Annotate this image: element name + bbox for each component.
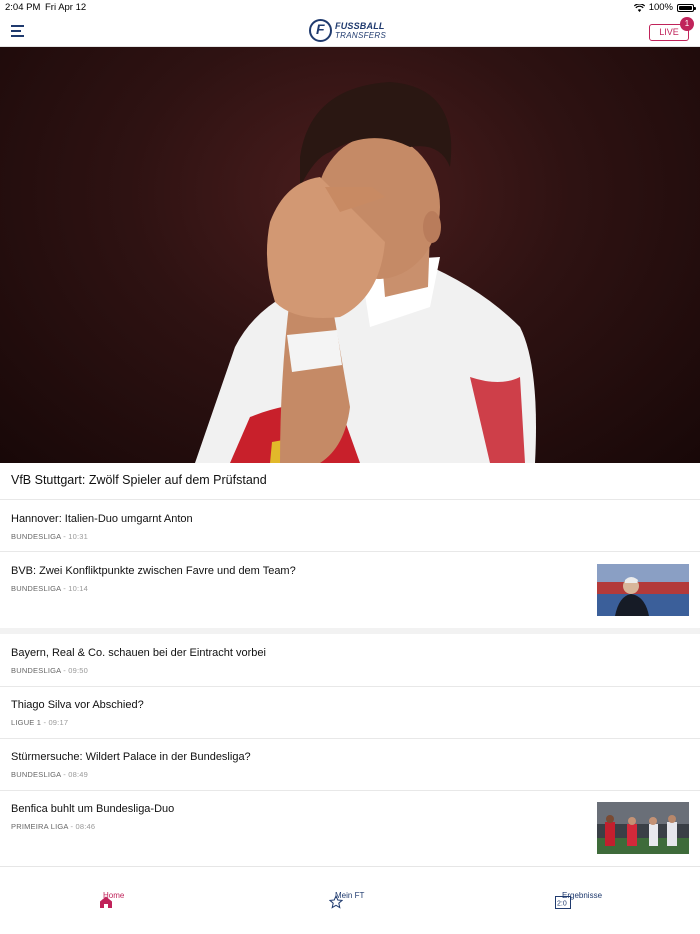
article-thumbnail [597, 802, 689, 854]
battery-percent: 100% [648, 2, 673, 13]
tab-ergebnisse-label: Ergebnisse [562, 891, 603, 900]
tab-home[interactable]: Home [99, 891, 124, 908]
app-logo[interactable]: FUSSBALL TRANSFERS [309, 19, 386, 42]
article-item[interactable]: Thiago Silva vor Abschied? LIGUE 1 - 09:… [0, 699, 700, 737]
article-league: BUNDESLIGA [11, 532, 61, 541]
article-meta: PRIMEIRA LIGA - 08:46 [11, 822, 96, 831]
wifi-icon [633, 3, 645, 12]
article-title: Stürmersuche: Wildert Palace in der Bund… [11, 751, 251, 763]
article-league: PRIMEIRA LIGA [11, 822, 69, 831]
article-time: 08:49 [68, 770, 88, 779]
article-time: 10:14 [68, 584, 88, 593]
article-meta: BUNDESLIGA - 10:31 [11, 532, 88, 541]
tab-ergebnisse[interactable]: 2:0 Ergebnisse [555, 891, 602, 909]
menu-button[interactable] [11, 25, 24, 37]
app-header: FUSSBALL TRANSFERS LIVE 1 [0, 14, 700, 47]
svg-text:2:0: 2:0 [557, 901, 567, 908]
article-title: BVB: Zwei Konfliktpunkte zwischen Favre … [11, 565, 296, 577]
tab-mein-ft-label: Mein FT [335, 891, 365, 900]
article-time: 08:46 [75, 822, 96, 831]
tab-home-label: Home [103, 891, 125, 900]
article-item[interactable]: Hannover: Italien-Duo umgarnt Anton BUND… [0, 513, 700, 551]
article-title: Thiago Silva vor Abschied? [11, 699, 144, 711]
article-item[interactable]: BVB: Zwei Konfliktpunkte zwischen Favre … [0, 564, 700, 625]
article-time: 09:17 [48, 718, 69, 727]
article-title: Bayern, Real & Co. schauen bei der Eintr… [11, 647, 266, 659]
status-time: 2:04 PM [5, 2, 41, 13]
article-league: LIGUE 1 [11, 718, 42, 727]
battery-icon [677, 3, 696, 12]
article-meta: LIGUE 1 - 09:17 [11, 718, 69, 727]
article-item[interactable]: Benfica buhlt um Bundesliga-Duo PRIMEIRA… [0, 802, 700, 863]
article-league: BUNDESLIGA [11, 666, 61, 675]
hero-article-title[interactable]: VfB Stuttgart: Zwölf Spieler auf dem Prü… [11, 473, 267, 487]
status-indicators: 100% [633, 2, 696, 13]
hero-photo-player [195, 82, 536, 463]
article-league: BUNDESLIGA [11, 584, 61, 593]
article-thumbnail [597, 564, 689, 616]
article-item[interactable]: Stürmersuche: Wildert Palace in der Bund… [0, 751, 700, 789]
tab-bar: Home Mein FT 2:0 Ergebnisse [0, 866, 700, 934]
article-league: BUNDESLIGA [11, 770, 61, 779]
article-meta: BUNDESLIGA - 09:50 [11, 666, 88, 675]
article-item[interactable]: Bayern, Real & Co. schauen bei der Eintr… [0, 647, 700, 685]
article-time: 09:50 [68, 666, 88, 675]
logo-text-line1: FUSSBALL [335, 21, 385, 31]
logo-text-line2: TRANSFERS [335, 31, 387, 40]
article-title: Benfica buhlt um Bundesliga-Duo [11, 803, 175, 815]
article-meta: BUNDESLIGA - 10:14 [11, 584, 88, 593]
hero-image[interactable] [0, 47, 700, 463]
article-title: Hannover: Italien-Duo umgarnt Anton [11, 513, 193, 525]
tab-mein-ft[interactable]: Mein FT [329, 891, 364, 909]
article-meta: BUNDESLIGA - 08:49 [11, 770, 88, 779]
live-count-badge: 1 [680, 17, 694, 31]
article-time: 10:31 [68, 532, 88, 541]
status-bar: 2:04 PM Fri Apr 12 100% [0, 0, 700, 14]
status-date: Fri Apr 12 [45, 2, 87, 13]
logo-mark-icon [309, 19, 332, 42]
